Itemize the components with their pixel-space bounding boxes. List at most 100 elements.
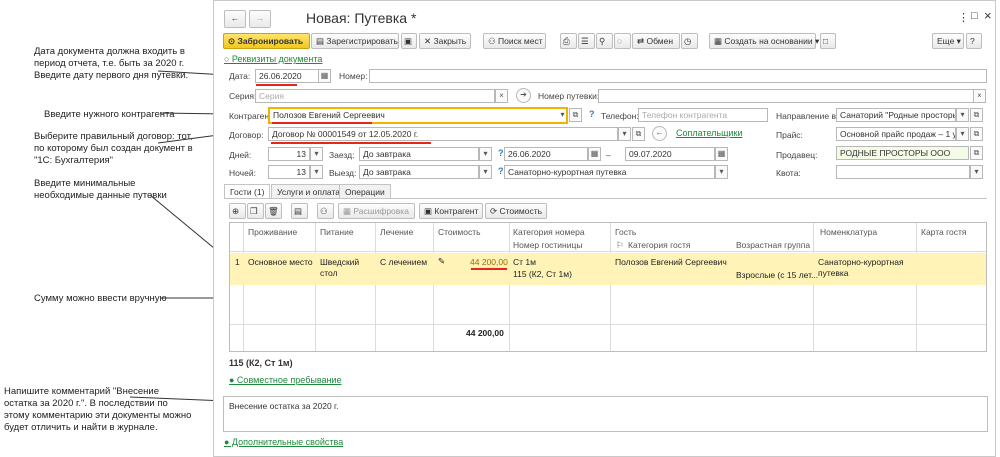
calendar-icon[interactable]: ▦: [318, 69, 331, 83]
joint-stay-link[interactable]: ● Совместное пребывание: [229, 375, 342, 385]
seller-open-icon[interactable]: ⧉: [970, 146, 983, 160]
date-to-field[interactable]: 09.07.2020: [625, 147, 715, 161]
cell-treatment[interactable]: С лечением: [380, 257, 427, 267]
price-field[interactable]: Основной прайс продаж – 1 уров: [836, 127, 956, 141]
reserve-button[interactable]: ⊙ Забронировать: [223, 33, 310, 49]
table-row[interactable]: 1 Основное место Шведский стол С лечение…: [230, 253, 986, 285]
header-guest-category[interactable]: Категория гостя: [628, 240, 690, 250]
copayers-link[interactable]: Соплательщики: [676, 128, 743, 138]
history-button[interactable]: ◷: [681, 33, 698, 49]
checkin-help-icon[interactable]: ?: [498, 148, 504, 158]
search-places-button[interactable]: ⚇ Поиск мест: [483, 33, 546, 49]
copy-row-button[interactable]: ❐: [247, 203, 264, 219]
header-nomenclature[interactable]: Номенклатура: [820, 227, 877, 237]
checkout-field[interactable]: До завтрака: [359, 165, 479, 179]
save-button[interactable]: ▣: [401, 33, 417, 49]
series-clear-icon[interactable]: ×: [495, 89, 508, 103]
tab-services[interactable]: Услуги и оплата: [271, 184, 346, 199]
voucher-number-clear-icon[interactable]: ×: [973, 89, 986, 103]
voucher-type-field[interactable]: Санаторно-курортная путевка: [504, 165, 715, 179]
phone-field[interactable]: Телефон контрагента: [638, 108, 768, 122]
tab-guests[interactable]: Гости (1): [224, 184, 271, 199]
header-treatment[interactable]: Лечение: [380, 227, 413, 237]
price-dropdown-icon[interactable]: ▾: [956, 127, 969, 141]
tab-operations[interactable]: Операции: [339, 184, 391, 199]
arrow-left-icon[interactable]: ←: [652, 126, 667, 141]
doc-details-link[interactable]: ○ Реквизиты документа: [224, 54, 322, 64]
price-open-icon[interactable]: ⧉: [970, 127, 983, 141]
header-food[interactable]: Питание: [320, 227, 354, 237]
direction-open-icon[interactable]: ⧉: [970, 108, 983, 122]
extra-props-link[interactable]: ● Дополнительные свойства: [224, 437, 343, 447]
create-based-button[interactable]: ▦ Создать на основании ▾: [709, 33, 819, 49]
register-button[interactable]: ▤ Зарегистрировать: [311, 33, 399, 49]
print-button[interactable]: ⎙: [560, 33, 577, 49]
cell-food[interactable]: Шведский стол: [320, 257, 370, 279]
grid-col-sep: [433, 223, 434, 351]
attach-button[interactable]: ⚲: [596, 33, 613, 49]
header-guest-card[interactable]: Карта гостя: [921, 227, 967, 237]
date-to-calendar-icon[interactable]: ▦: [715, 147, 728, 161]
date-field[interactable]: 26.06.2020: [255, 69, 319, 83]
series-field[interactable]: Серия: [255, 89, 495, 103]
maximize-icon[interactable]: □: [971, 10, 978, 22]
form-settings-button[interactable]: □: [820, 33, 836, 49]
exchange-button[interactable]: ⇄ Обмен: [632, 33, 680, 49]
contract-dropdown-icon[interactable]: ▾: [618, 127, 631, 141]
direction-field[interactable]: Санаторий "Родные просторы": [836, 108, 956, 122]
arrow-right-icon[interactable]: ➔: [516, 88, 531, 103]
cell-room-category[interactable]: Ст 1м: [513, 257, 536, 267]
number-field[interactable]: [369, 69, 987, 83]
cost-grid-button[interactable]: ⟳ Стоимость: [485, 203, 547, 219]
help-button[interactable]: ?: [966, 33, 982, 49]
more-icon[interactable]: ⋮: [958, 11, 969, 24]
guest-card-button[interactable]: ▤: [291, 203, 308, 219]
nights-stepper-icon[interactable]: ▾: [310, 165, 323, 179]
days-field[interactable]: 13: [268, 147, 310, 161]
decode-button[interactable]: ▦ Расшифровка: [338, 203, 415, 219]
cell-room-number[interactable]: 115 (К2, Ст 1м): [513, 269, 572, 279]
checkout-help-icon[interactable]: ?: [498, 166, 504, 176]
seller-field[interactable]: РОДНЫЕ ПРОСТОРЫ ООО: [836, 146, 969, 160]
cell-cost[interactable]: 44 200,00: [470, 257, 508, 267]
list-button[interactable]: ☰: [578, 33, 595, 49]
checkin-field[interactable]: До завтрака: [359, 147, 479, 161]
add-row-button[interactable]: ⊕: [229, 203, 246, 219]
counterparty-open-icon[interactable]: ⧉: [569, 108, 582, 122]
voucher-type-dropdown-icon[interactable]: ▾: [715, 165, 728, 179]
header-guest[interactable]: Гость: [615, 227, 636, 237]
back-button[interactable]: ←: [224, 10, 246, 28]
counterparty-help-icon[interactable]: ?: [589, 109, 595, 119]
forward-button[interactable]: →: [249, 10, 271, 28]
contract-open-icon[interactable]: ⧉: [632, 127, 645, 141]
checkout-dropdown-icon[interactable]: ▾: [479, 165, 492, 179]
contract-field[interactable]: Договор № 00001549 от 12.05.2020 г.: [268, 127, 618, 141]
header-room-category[interactable]: Категория номера: [513, 227, 585, 237]
find-button[interactable]: ⚇: [317, 203, 334, 219]
more-button[interactable]: Еще ▾: [932, 33, 964, 49]
quota-field[interactable]: [836, 165, 970, 179]
date-from-field[interactable]: 26.06.2020: [504, 147, 588, 161]
nights-field[interactable]: 13: [268, 165, 310, 179]
counterparty-dropdown-icon[interactable]: ▾: [556, 109, 569, 123]
header-accommodation[interactable]: Проживание: [248, 227, 297, 237]
date-from-calendar-icon[interactable]: ▦: [588, 147, 601, 161]
counterparty-grid-button[interactable]: ▣ Контрагент: [419, 203, 483, 219]
checkin-dropdown-icon[interactable]: ▾: [479, 147, 492, 161]
comment-field[interactable]: Внесение остатка за 2020 г.: [223, 396, 988, 432]
cell-guest[interactable]: Полозов Евгений Сергеевич: [615, 257, 727, 267]
delete-row-button[interactable]: 🗑: [265, 203, 282, 219]
comment-button[interactable]: ◌: [614, 33, 631, 49]
quota-dropdown-icon[interactable]: ▾: [970, 165, 983, 179]
header-age-group[interactable]: Возрастная группа: [736, 240, 810, 250]
voucher-number-field[interactable]: [598, 89, 974, 103]
cell-nomenclature[interactable]: Санаторно-курортная путевка: [818, 257, 913, 279]
cell-accommodation[interactable]: Основное место: [248, 257, 313, 267]
header-room-number[interactable]: Номер гостиницы: [513, 240, 582, 250]
days-stepper-icon[interactable]: ▾: [310, 147, 323, 161]
close-doc-button[interactable]: ✕ Закрыть: [419, 33, 471, 49]
cell-age-group[interactable]: Взрослые (с 15 лет...: [736, 270, 818, 280]
header-cost[interactable]: Стоимость: [438, 227, 481, 237]
direction-dropdown-icon[interactable]: ▾: [956, 108, 969, 122]
close-icon[interactable]: ×: [984, 8, 992, 23]
